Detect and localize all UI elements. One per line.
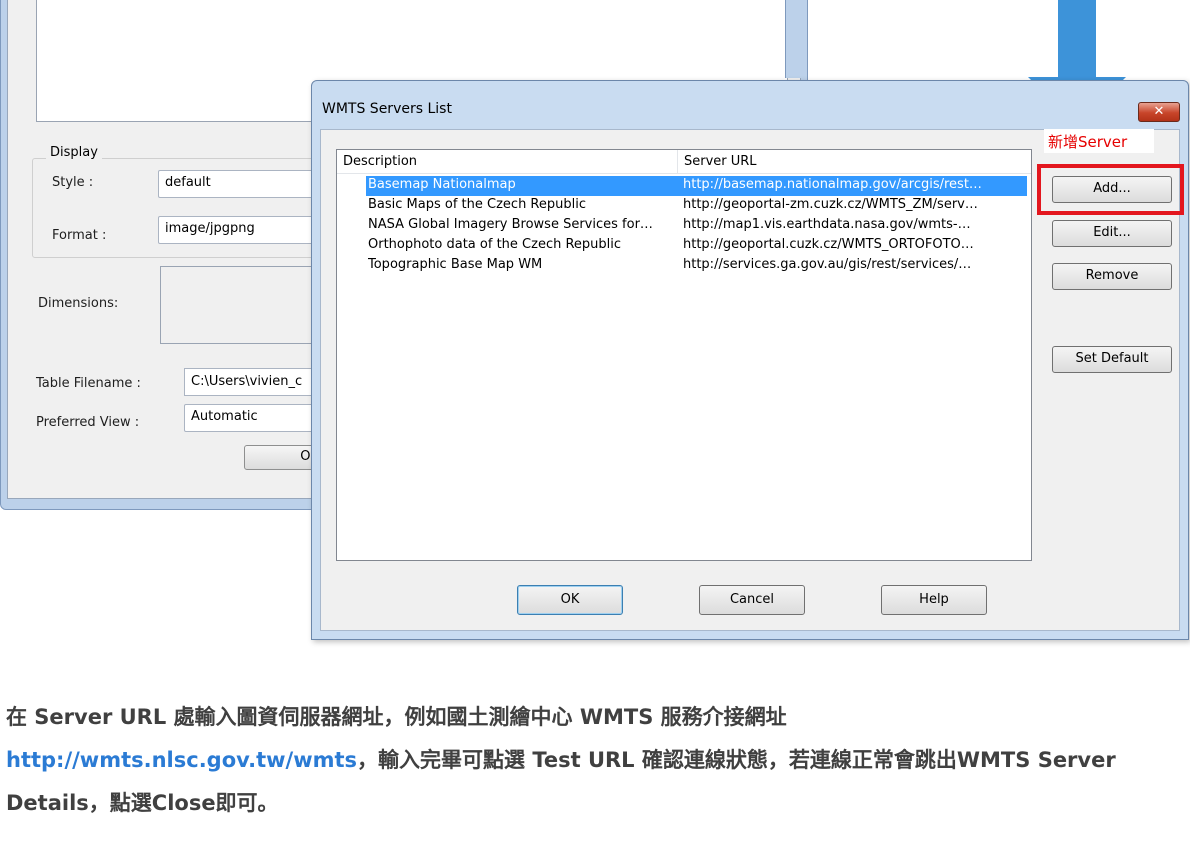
dialog-title: WMTS Servers List (322, 101, 452, 117)
add-server-annotation: 新增Server (1044, 129, 1154, 153)
table-filename-label: Table Filename : (36, 376, 141, 391)
caption-text-1: 在 Server URL 處輸入圖資伺服器網址，例如國土測繪中心 WMTS 服務… (6, 705, 787, 729)
row-description: Topographic Base Map WM (368, 257, 543, 272)
row-description: Basic Maps of the Czech Republic (368, 197, 586, 212)
table-row[interactable]: Basic Maps of the Czech Republic http://… (337, 196, 1031, 216)
row-description: Basemap Nationalmap (368, 177, 516, 192)
display-group-label: Display (46, 145, 102, 160)
remove-button[interactable]: Remove (1052, 263, 1172, 290)
pointer-arrow-shaft (1058, 0, 1096, 78)
edit-button[interactable]: Edit... (1052, 220, 1172, 247)
background-window-frame-right (785, 0, 807, 78)
caption-url[interactable]: http://wmts.nlsc.gov.tw/wmts (6, 748, 357, 772)
row-description: Orthophoto data of the Czech Republic (368, 237, 622, 252)
row-url: http://basemap.nationalmap.gov/arcgis/re… (683, 177, 982, 192)
set-default-button[interactable]: Set Default (1052, 346, 1172, 373)
dimensions-label: Dimensions: (38, 296, 119, 311)
table-row[interactable]: Orthophoto data of the Czech Republic ht… (337, 236, 1031, 256)
table-row[interactable]: Topographic Base Map WM http://services.… (337, 256, 1031, 276)
dimensions-box[interactable] (160, 266, 320, 344)
row-url: http://geoportal-zm.cuzk.cz/WMTS_ZM/serv… (683, 197, 978, 212)
row-url: http://services.ga.gov.au/gis/rest/servi… (683, 257, 972, 272)
highlight-rectangle (1037, 164, 1184, 215)
format-label: Format : (52, 228, 107, 243)
table-row[interactable]: NASA Global Imagery Browse Services for…… (337, 216, 1031, 236)
close-button[interactable]: ✕ (1138, 102, 1180, 122)
row-url: http://map1.vis.earthdata.nasa.gov/wmts-… (683, 217, 971, 232)
row-description: NASA Global Imagery Browse Services for… (368, 217, 653, 232)
close-icon: ✕ (1153, 104, 1165, 119)
column-header-server-url[interactable]: Server URL (678, 150, 1031, 174)
column-header-description[interactable]: Description (337, 150, 678, 174)
ok-button[interactable]: OK (517, 585, 623, 615)
list-header: Description Server URL (337, 150, 1031, 174)
preferred-view-label: Preferred View : (36, 415, 140, 430)
servers-list-view[interactable]: Description Server URL Basemap Nationalm… (336, 149, 1032, 561)
table-row[interactable]: Basemap Nationalmap http://basemap.natio… (337, 176, 1031, 196)
instruction-caption: 在 Server URL 處輸入圖資伺服器網址，例如國土測繪中心 WMTS 服務… (6, 696, 1186, 825)
cancel-button[interactable]: Cancel (699, 585, 805, 615)
row-url: http://geoportal.cuzk.cz/WMTS_ORTOFOTO… (683, 237, 974, 252)
style-label: Style : (52, 175, 94, 190)
help-button[interactable]: Help (881, 585, 987, 615)
